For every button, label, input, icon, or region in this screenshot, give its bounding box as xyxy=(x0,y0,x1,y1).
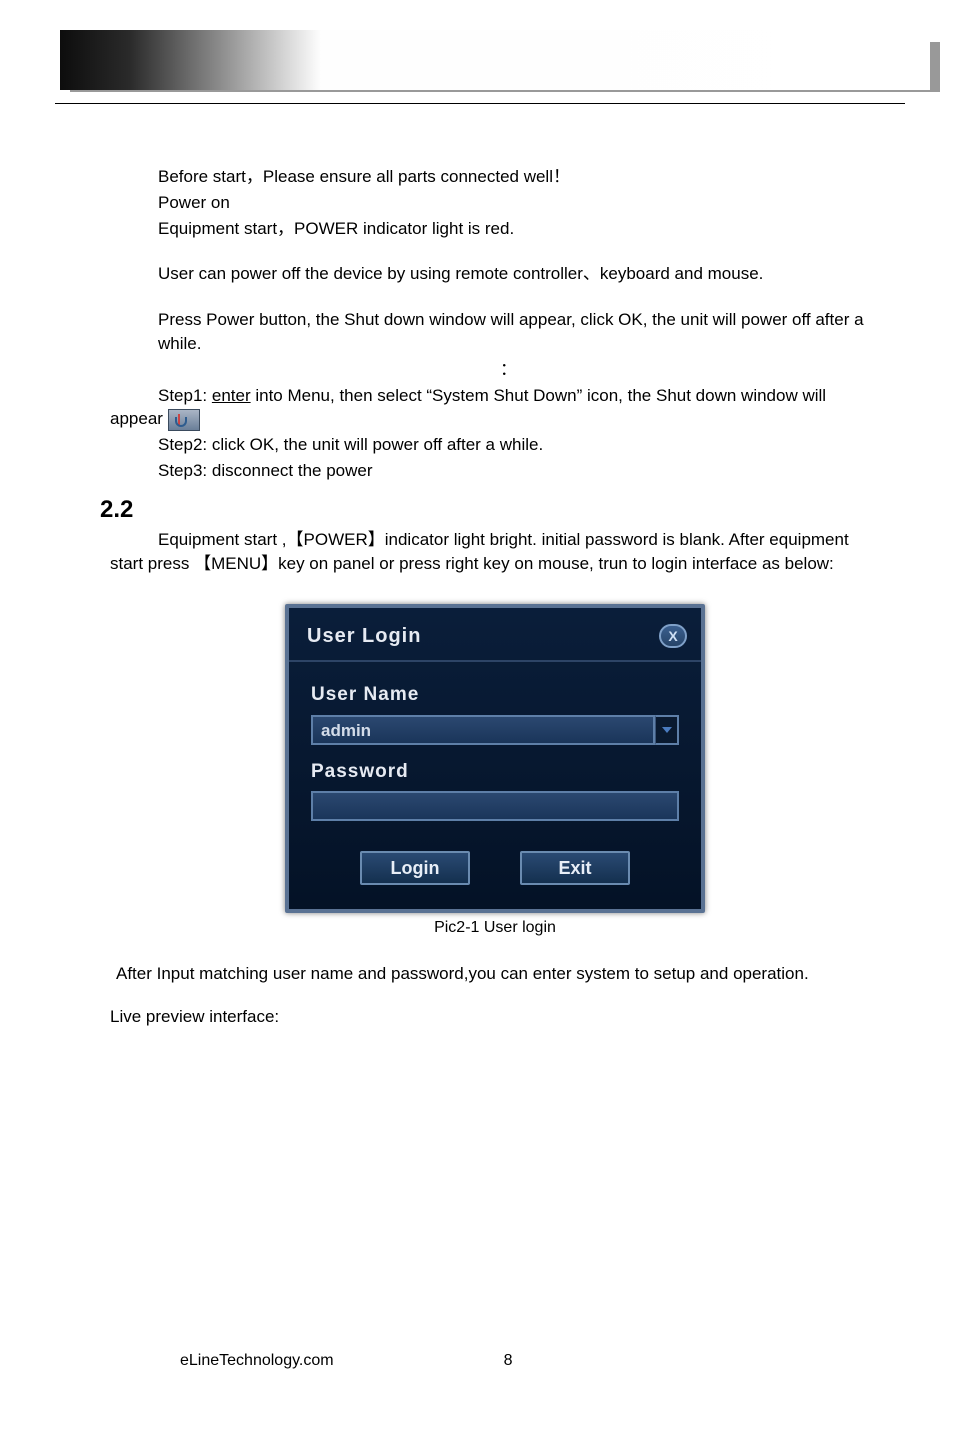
username-row: admin xyxy=(311,715,679,745)
username-label: User Name xyxy=(311,682,679,709)
text-step2: Step2: click OK, the unit will power off… xyxy=(110,433,880,457)
footer-page-number: 8 xyxy=(504,1352,513,1370)
chevron-down-icon xyxy=(662,727,672,733)
text-equipment-start: Equipment start，POWER indicator light is… xyxy=(110,217,880,241)
text-press-power-span: Press Power button, the Shut down window… xyxy=(158,310,864,353)
text-after-input: After Input matching user name and passw… xyxy=(110,962,810,986)
user-login-figure: User Login X User Name admin Password xyxy=(285,604,705,940)
username-select[interactable]: admin xyxy=(311,715,655,745)
page-content: Before start，Please ensure all parts con… xyxy=(110,165,880,1031)
password-label: Password xyxy=(311,759,679,786)
shutdown-icon xyxy=(168,409,200,431)
text-press-power: Press Power button, the Shut down window… xyxy=(110,308,880,356)
text-power-on: Power on xyxy=(110,191,880,215)
username-dropdown-button[interactable] xyxy=(655,715,679,745)
login-body: User Name admin Password Login Exit xyxy=(289,662,701,909)
banner-gradient xyxy=(60,30,930,90)
figure-caption: Pic2-1 User login xyxy=(285,917,705,939)
step1-enter: enter xyxy=(212,386,251,405)
text-login-intro: Equipment start ,【POWER】indicator light … xyxy=(110,528,880,576)
login-button-row: Login Exit xyxy=(311,851,679,885)
step1-prefix: Step1: xyxy=(110,386,212,405)
exit-button[interactable]: Exit xyxy=(520,851,630,885)
page-footer: eLineTechnology.com 8 xyxy=(180,1352,780,1370)
login-titlebar: User Login X xyxy=(289,608,701,662)
trailing-colon: ： xyxy=(500,358,517,382)
header-rule xyxy=(55,103,929,106)
login-button[interactable]: Login xyxy=(360,851,470,885)
footer-site: eLineTechnology.com xyxy=(180,1352,334,1370)
close-icon: X xyxy=(668,628,677,644)
text-login-intro-span: Equipment start ,【POWER】indicator light … xyxy=(110,530,849,573)
text-colon-line: ： xyxy=(110,358,880,382)
password-input[interactable] xyxy=(311,791,679,821)
text-power-off-methods: User can power off the device by using r… xyxy=(110,262,880,286)
close-button[interactable]: X xyxy=(659,624,687,648)
text-live-preview: Live preview interface: xyxy=(110,1005,880,1029)
login-title: User Login xyxy=(307,622,421,650)
section-number: 2.2 xyxy=(100,493,880,527)
text-step1: Step1: enter into Menu, then select “Sys… xyxy=(110,384,880,432)
text-step3: Step3: disconnect the power xyxy=(110,459,880,483)
password-row xyxy=(311,791,679,821)
user-login-dialog: User Login X User Name admin Password xyxy=(285,604,705,913)
text-before-start: Before start，Please ensure all parts con… xyxy=(110,165,880,189)
